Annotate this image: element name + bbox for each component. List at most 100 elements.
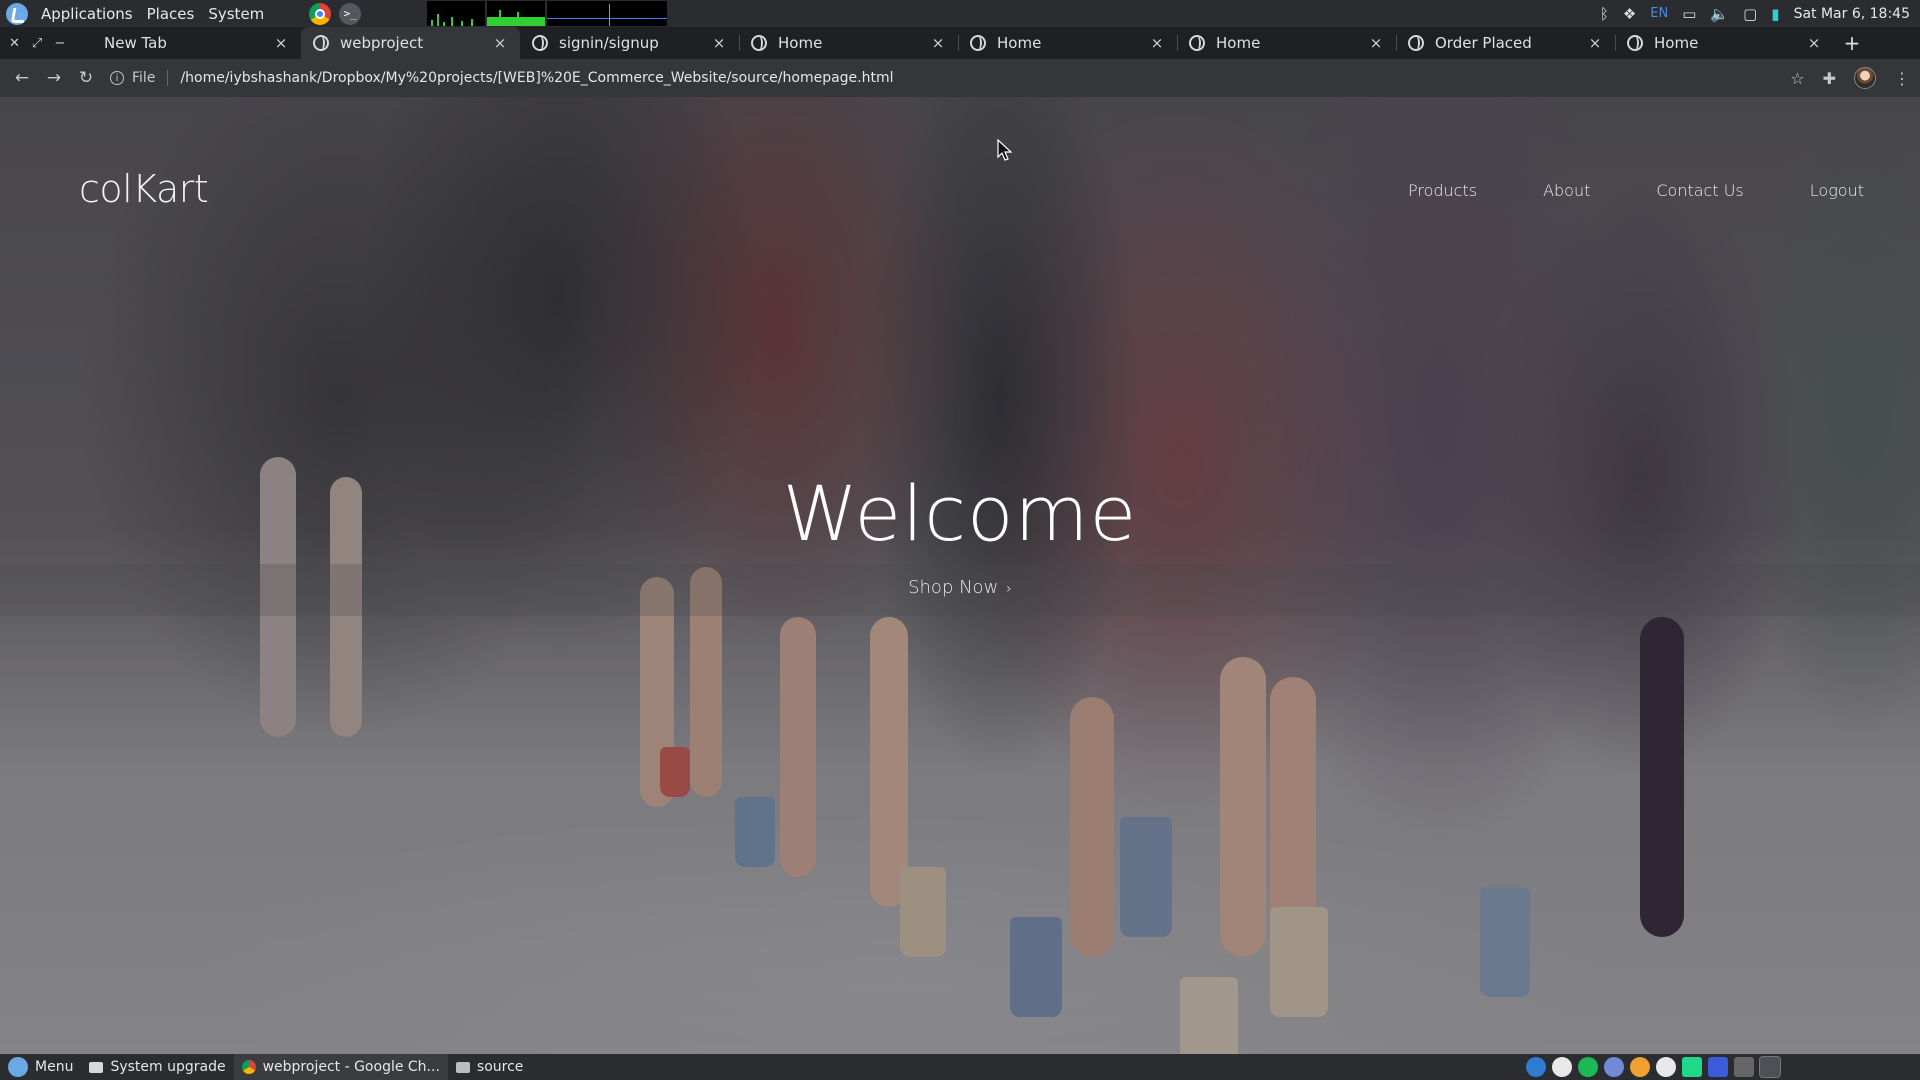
network-graph [547,1,667,26]
s-app-icon[interactable] [1630,1057,1650,1077]
tab-close-icon[interactable]: × [1806,34,1822,52]
taskbar-item-label: System upgrade [110,1059,226,1075]
browser-toolbar: ← → ↻ i File /home/iybshashank/Dropbox/M… [0,59,1920,97]
tab-title: Home [997,34,1042,52]
nav-contact-us[interactable]: Contact Us [1656,181,1743,200]
tab-home[interactable]: Home × [958,27,1177,59]
web-page: colKart Products About Contact Us Logout… [0,97,1920,1054]
applications-menu[interactable]: Applications [34,0,140,27]
spotify-icon[interactable] [1578,1057,1598,1077]
tab-close-icon[interactable]: × [1587,34,1603,52]
tab-close-icon[interactable]: × [1149,34,1165,52]
globe-icon [313,35,329,51]
screen-icon[interactable]: ▢ [1743,5,1757,23]
window-icon [89,1061,104,1073]
tab-title: signin/signup [559,34,659,52]
vpn-icon[interactable] [1656,1057,1676,1077]
taskbar-item-system-upgrade[interactable]: System upgrade [81,1054,233,1080]
tab-new-tab[interactable]: New Tab × [82,27,301,59]
discord-icon[interactable] [1604,1057,1624,1077]
site-brand-logo[interactable]: colKart [79,167,209,211]
system-top-panel: Applications Places System >_ ᛒ ❖ EN ▭ 🔈… [0,0,1920,27]
bluetooth-icon[interactable]: ᛒ [1600,5,1609,23]
globe-icon [1189,35,1205,51]
close-window-icon[interactable]: ✕ [9,36,20,51]
nav-about[interactable]: About [1543,181,1590,200]
tab-order-placed[interactable]: Order Placed × [1396,27,1615,59]
globe-icon [532,35,548,51]
places-menu[interactable]: Places [140,0,202,27]
messaging-app-icon[interactable] [1552,1057,1572,1077]
tab-webproject[interactable]: webproject × [301,27,520,59]
keyboard-layout-indicator[interactable]: EN [1650,6,1668,21]
folder-icon [455,1061,470,1073]
chrome-launcher-icon[interactable] [309,2,332,25]
dropbox-icon[interactable]: ❖ [1623,5,1636,23]
taskbar-item-source[interactable]: source [448,1054,532,1080]
clock[interactable]: Sat Mar 6, 18:45 [1794,6,1910,22]
battery-icon[interactable]: ▮ [1771,5,1779,23]
url-text[interactable]: /home/iybshashank/Dropbox/My%20projects/… [180,70,893,86]
back-arrow-icon[interactable]: ← [6,68,38,88]
browser-tab-strip: ✕ ⤢ − New Tab × webproject × signin/sign… [0,27,1920,59]
tab-home[interactable]: Home × [1177,27,1396,59]
chrome-tray-icon[interactable] [1759,1056,1781,1078]
divider [167,70,169,86]
taskbar-item-label: source [476,1059,524,1075]
system-monitor-graph [427,1,667,26]
terminal-launcher-icon[interactable]: >_ [339,2,362,25]
nav-products[interactable]: Products [1408,181,1477,200]
tab-close-icon[interactable]: × [1368,34,1384,52]
tab-title: webproject [340,34,424,52]
tab-title: Order Placed [1435,34,1532,52]
address-bar[interactable]: i File /home/iybshashank/Dropbox/My%20pr… [110,59,894,97]
window-controls: ✕ ⤢ − [0,27,82,59]
taskbar-item-chrome[interactable]: webproject - Google Ch... [233,1054,448,1080]
start-menu-button[interactable]: Menu [0,1054,81,1080]
tab-title: Home [1654,34,1699,52]
mint-logo-icon[interactable] [6,2,28,25]
tab-title: New Tab [104,34,167,52]
tab-close-icon[interactable]: × [711,34,727,52]
tab-close-icon[interactable]: × [492,34,508,52]
memory-graph [487,1,545,26]
profile-avatar[interactable] [1854,67,1876,89]
system-menu[interactable]: System [201,0,271,27]
intellij-icon[interactable] [1708,1057,1728,1077]
tab-title: Home [1216,34,1261,52]
volume-icon[interactable]: 🔈 [1710,5,1729,23]
minimize-window-icon[interactable]: − [54,36,65,51]
menu-label: Menu [35,1059,74,1075]
chevron-right-icon: › [1006,581,1012,597]
tab-signin-signup[interactable]: signin/signup × [520,27,739,59]
globe-icon [970,35,986,51]
chrome-icon [241,1060,256,1074]
globe-icon [1627,35,1643,51]
keyboard-app-icon[interactable] [1734,1057,1754,1077]
shop-now-label: Shop Now [908,577,999,598]
maximize-window-icon[interactable]: ⤢ [32,36,42,51]
tab-close-icon[interactable]: × [930,34,946,52]
system-tray [1526,1054,1781,1080]
forward-arrow-icon[interactable]: → [38,68,70,88]
scheme-label: File [132,70,156,86]
nav-logout[interactable]: Logout [1810,181,1864,200]
globe-icon [751,35,767,51]
more-menu-icon[interactable]: ⋮ [1894,69,1910,88]
mint-logo-icon [8,1057,28,1077]
arrow-app-icon[interactable] [1526,1057,1546,1077]
reload-icon[interactable]: ↻ [70,68,102,88]
display-icon[interactable]: ▭ [1682,5,1696,23]
tab-home[interactable]: Home × [739,27,958,59]
taskbar-item-label: webproject - Google Ch... [262,1059,440,1075]
pycharm-icon[interactable] [1682,1057,1702,1077]
new-tab-button[interactable]: + [1834,27,1870,59]
bookmark-star-icon[interactable]: ☆ [1790,69,1804,88]
extensions-puzzle-icon[interactable]: ✚ [1823,69,1836,88]
tab-close-icon[interactable]: × [273,34,289,52]
globe-icon [1408,35,1424,51]
tab-title: Home [778,34,823,52]
shop-now-button[interactable]: Shop Now › [0,577,1920,598]
tab-home[interactable]: Home × [1615,27,1834,59]
info-icon[interactable]: i [110,71,124,85]
